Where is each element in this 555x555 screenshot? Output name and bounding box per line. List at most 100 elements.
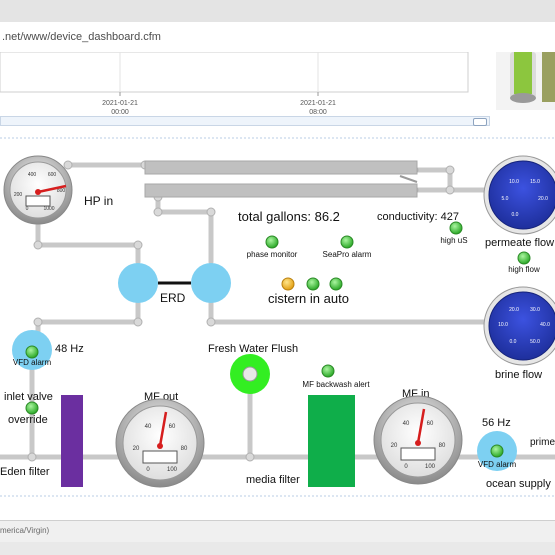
- media-filter-label: media filter: [246, 474, 300, 486]
- dial-tick-label: 0.0: [510, 339, 517, 345]
- eden-filter-label: Eden filter: [0, 466, 50, 478]
- cistern-indicator-green: [329, 277, 343, 291]
- media-filter: [308, 395, 355, 487]
- inlet-valve-label: inlet valve: [4, 391, 53, 403]
- pipe-erd-to-vfd: [35, 297, 141, 338]
- erd-vessel-left: [118, 263, 158, 303]
- pipe-joint: [133, 240, 143, 250]
- page-spacer: [0, 498, 555, 520]
- browser-tabbar: [0, 0, 555, 23]
- prime-label: prime: [530, 437, 555, 448]
- dial-face: [488, 160, 555, 230]
- total-gallons-value: total gallons: 86.2: [238, 209, 340, 224]
- brine-flow-label: brine flow: [495, 369, 542, 381]
- high-us-indicator: [449, 221, 463, 235]
- gauge-tick-label: 600: [48, 172, 57, 178]
- pipe-joint: [445, 165, 455, 175]
- vfd-alarm-right-indicator: [490, 444, 504, 458]
- pipe-joint: [445, 185, 455, 195]
- pipe-joint: [245, 452, 255, 462]
- gauge-tick-label: 60: [169, 424, 176, 430]
- x-tick-label-time: 00:00: [111, 109, 129, 116]
- membrane-vessel-top: [144, 160, 418, 175]
- gauge-tick-label: 20: [391, 443, 398, 449]
- gauge-tick-label: 100: [425, 464, 436, 470]
- status-bar: merica/Virgin): [0, 520, 555, 543]
- process-diagram: 400 600 200 800 1000 0 HP in total gallo…: [0, 130, 555, 498]
- gauge-mf-out: 40 60 20 80 0 100: [115, 398, 205, 488]
- dial-tick-label: 0.0: [512, 212, 519, 218]
- window-bottom-edge: [0, 542, 555, 555]
- pipe-joint: [63, 160, 73, 170]
- seapro-alarm-indicator: [340, 235, 354, 249]
- vfd-right-frequency: 56 Hz: [482, 417, 511, 429]
- dial-tick-label: 10.0: [498, 322, 508, 328]
- dial-tick-label: 40.0: [540, 322, 550, 328]
- gauge-tick-label: 40: [403, 421, 410, 427]
- dial-tick-label: 30.0: [530, 307, 540, 313]
- chart-scroll-thumb[interactable]: [473, 118, 487, 126]
- cistern-indicator-green: [306, 277, 320, 291]
- dial-brine-flow: 20.0 30.0 10.0 40.0 0.0 50.0: [483, 286, 555, 366]
- x-tick-label-time: 08:00: [309, 109, 327, 116]
- eden-filter: [61, 395, 83, 487]
- gauge-tick-label: 80: [439, 443, 446, 449]
- pipe-joint: [27, 452, 37, 462]
- chart-scrollbar[interactable]: [0, 116, 490, 126]
- membrane-vessel-bottom: [144, 183, 418, 198]
- gauge-hp-in: 400 600 200 800 1000 0: [3, 155, 73, 225]
- history-chart-panel: 2021-01-21 00:00 2021-01-21 08:00: [0, 51, 555, 130]
- gauge-readout: [25, 195, 51, 207]
- pipe-erd-to-membranes: [155, 194, 214, 265]
- gauge-hub: [415, 440, 421, 446]
- dial-tick-label: 50.0: [530, 339, 540, 345]
- mf-backwash-alert-label: MF backwash alert: [302, 380, 370, 389]
- gauge-readout: [400, 447, 436, 461]
- seapro-alarm-label: SeaPro alarm: [323, 250, 372, 259]
- dial-tick-label: 15.0: [530, 179, 540, 185]
- dial-tick-label: 20.0: [509, 307, 519, 313]
- tank-gauge-secondary: [542, 52, 555, 102]
- vfd-alarm-left-label: VFD alarm: [13, 358, 52, 367]
- flush-valve-center: [242, 366, 258, 382]
- gauge-readout: [142, 450, 178, 464]
- address-bar[interactable]: .net/www/device_dashboard.cfm: [0, 22, 555, 53]
- mf-backwash-indicator: [321, 364, 335, 378]
- conductivity-value: conductivity: 427: [377, 211, 459, 223]
- override-indicator: [25, 401, 39, 415]
- permeate-flow-label: permeate flow: [485, 237, 554, 249]
- gauge-tick-label: 20: [133, 446, 140, 452]
- pipe-erd-to-brine: [208, 297, 501, 325]
- pipe-joint: [153, 207, 163, 217]
- dial-tick-label: 10.0: [509, 179, 519, 185]
- process-diagram-svg: 400 600 200 800 1000 0 HP in total gallo…: [0, 137, 555, 497]
- pipe-joint: [133, 317, 143, 327]
- high-flow-indicator: [517, 251, 531, 265]
- dial-tick-label: 20.0: [538, 196, 548, 202]
- gauge-tick-label: 100: [167, 467, 178, 473]
- gauge-tick-label: 0: [26, 206, 29, 212]
- tank-gauge-base: [510, 93, 536, 103]
- phase-monitor-label: phase monitor: [247, 250, 298, 259]
- pipe-joint: [33, 317, 43, 327]
- dial-tick-label: 5.0: [502, 196, 509, 202]
- high-flow-label: high flow: [508, 265, 540, 274]
- override-label: override: [8, 414, 48, 426]
- chart-plot-frame: [0, 51, 469, 93]
- membrane-link: [399, 175, 418, 183]
- x-tick-label-date: 2021-01-21: [102, 100, 138, 107]
- hp-in-label: HP in: [84, 194, 113, 208]
- vfd-alarm-right-label: VFD alarm: [478, 460, 517, 469]
- pipe-joint: [206, 317, 216, 327]
- erd-label: ERD: [160, 291, 186, 305]
- gauge-hub: [157, 443, 163, 449]
- dial-permeate-flow: 10.0 15.0 5.0 20.0 0.0: [483, 155, 555, 235]
- gauge-tick-label: 400: [28, 172, 37, 178]
- gauge-tick-label: 60: [427, 421, 434, 427]
- address-url[interactable]: .net/www/device_dashboard.cfm: [2, 31, 161, 43]
- status-text: merica/Virgin): [0, 526, 50, 535]
- erd-vessel-right: [191, 263, 231, 303]
- gauge-tick-label: 200: [14, 192, 23, 198]
- cistern-indicator-yellow: [281, 277, 295, 291]
- fresh-water-flush-label: Fresh Water Flush: [208, 343, 298, 355]
